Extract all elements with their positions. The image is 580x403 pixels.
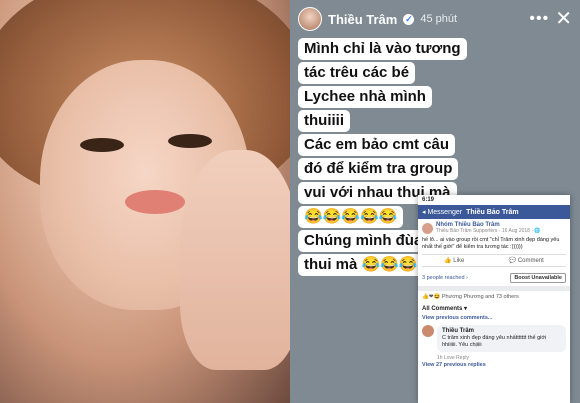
post-time: 45 phút (420, 13, 458, 25)
commenter-avatar (422, 325, 434, 337)
caption-line: tác trêu các bé (298, 62, 416, 84)
post-meta: Thiều Bảo Trâm Supporters · 16 Aug 2018 … (436, 228, 541, 234)
reach-text[interactable]: 3 people reached › (422, 275, 468, 281)
post-header: Nhóm Thiều Bảo Trâm Thiều Bảo Trâm Suppo… (422, 222, 566, 234)
comment-text: C trâm xinh đẹp đáng yêu nhấttttttt thế … (442, 335, 547, 348)
reactions-summary[interactable]: 👍❤😆 Phương Phương and 73 others (418, 286, 570, 303)
caption-line: Mình chỉ là vào tương (298, 38, 467, 60)
like-button[interactable]: 👍 Like (444, 257, 464, 264)
lips (125, 190, 185, 214)
author-avatar[interactable] (298, 7, 322, 31)
caption-line: Lychee nhà mình (298, 86, 432, 108)
story-header: Thiều Trâm ✓ 45 phút ••• ✕ (298, 6, 572, 32)
post-actions: 👍 Like 💬 Comment (422, 254, 566, 267)
story-panel: Thiều Trâm ✓ 45 phút ••• ✕ Mình chỉ là v… (290, 0, 580, 403)
hand (180, 150, 290, 370)
caption-line: Các em bảo cmt câu (298, 134, 456, 156)
back-link[interactable]: ◂ Messenger (422, 208, 462, 216)
right-eye (168, 134, 212, 148)
caption-line: thuiiii (298, 110, 350, 132)
nav-title: Thiều Bảo Trâm (466, 208, 519, 216)
embedded-screenshot: 6:19 ◂ Messenger Thiều Bảo Trâm Nhóm Thi… (418, 195, 570, 403)
post-text: hế lô... ai vào group rồi cmt "chỉ Trâm … (422, 237, 560, 250)
portrait-photo (0, 0, 290, 403)
facebook-nav-bar: ◂ Messenger Thiều Bảo Trâm (418, 205, 570, 219)
comment-bubble: Thiều Trâm C trâm xinh đẹp đáng yêu nhất… (437, 325, 566, 352)
caption-line: đó để kiểm tra group (298, 158, 459, 180)
caption-line: 😂😂😂😂😂 (298, 206, 404, 228)
boost-button[interactable]: Boost Unavailable (510, 273, 566, 283)
phone-status-bar: 6:19 (418, 195, 570, 205)
view-previous-replies[interactable]: View 27 previous replies (418, 361, 570, 369)
status-time: 6:19 (422, 197, 435, 203)
close-icon[interactable]: ✕ (555, 9, 572, 29)
comment-item: Thiều Trâm C trâm xinh đẹp đáng yêu nhất… (418, 322, 570, 355)
comment-button[interactable]: 💬 Comment (509, 257, 544, 264)
verified-badge-icon: ✓ (403, 13, 415, 25)
group-post: Nhóm Thiều Bảo Trâm Thiều Bảo Trâm Suppo… (418, 219, 570, 270)
commenter-name[interactable]: Thiều Trâm (442, 328, 561, 335)
left-eye (80, 138, 124, 152)
reach-row: 3 people reached › Boost Unavailable (418, 270, 570, 286)
view-previous-comments[interactable]: View previous comments... (418, 314, 570, 322)
all-comments-dropdown[interactable]: All Comments ▾ (418, 303, 570, 314)
more-options-icon[interactable]: ••• (529, 10, 549, 28)
author-name[interactable]: Thiều Trâm (328, 12, 397, 27)
group-avatar (422, 222, 433, 234)
